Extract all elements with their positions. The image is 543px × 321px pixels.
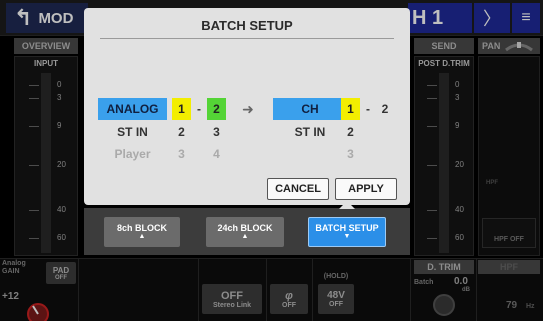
title-divider [100, 38, 394, 39]
source-end-select[interactable]: 2 [207, 98, 226, 120]
up-triangle-icon: ▲ [138, 233, 146, 240]
player-start[interactable]: 3 [172, 144, 191, 164]
cancel-button[interactable]: CANCEL [267, 178, 329, 200]
batch-setup-button[interactable]: BATCH SETUP ▼ [308, 217, 386, 247]
dest-end-value: 2 [381, 102, 389, 116]
dialog-title: BATCH SETUP [201, 18, 293, 33]
24ch-block-button[interactable]: 24ch BLOCK ▲ [206, 217, 284, 247]
dest-stin-value[interactable]: 2 [341, 122, 360, 142]
8ch-block-button[interactable]: 8ch BLOCK ▲ [104, 217, 180, 247]
batch-setup-label: BATCH SETUP [315, 223, 379, 233]
24ch-block-label: 24ch BLOCK [217, 223, 273, 233]
source-type-analog[interactable]: ANALOG [98, 98, 167, 120]
stin-end[interactable]: 3 [207, 122, 226, 142]
range-separator: - [366, 102, 370, 116]
player-end[interactable]: 4 [207, 144, 226, 164]
batch-setup-dialog: BATCH SETUP ANALOG 1 - 2 ➜ CH 1 - 2 ST I… [84, 8, 410, 205]
stin-start[interactable]: 2 [172, 122, 191, 142]
apply-button[interactable]: APPLY [335, 178, 397, 200]
source-start-select[interactable]: 1 [172, 98, 191, 120]
assign-arrow-icon: ➜ [242, 100, 254, 117]
source-type-stin[interactable]: ST IN [98, 122, 167, 142]
dest-start-select[interactable]: 1 [341, 98, 360, 120]
dest-type-ch[interactable]: CH [273, 98, 347, 120]
dest-type-stin[interactable]: ST IN [273, 122, 347, 142]
dialog-pointer [339, 201, 355, 209]
up-triangle-icon: ▲ [241, 233, 249, 240]
range-separator: - [197, 102, 201, 116]
source-type-player[interactable]: Player [98, 144, 167, 164]
down-triangle-icon: ▼ [343, 233, 351, 240]
dest-player-value[interactable]: 3 [341, 144, 360, 164]
8ch-block-label: 8ch BLOCK [116, 223, 167, 233]
